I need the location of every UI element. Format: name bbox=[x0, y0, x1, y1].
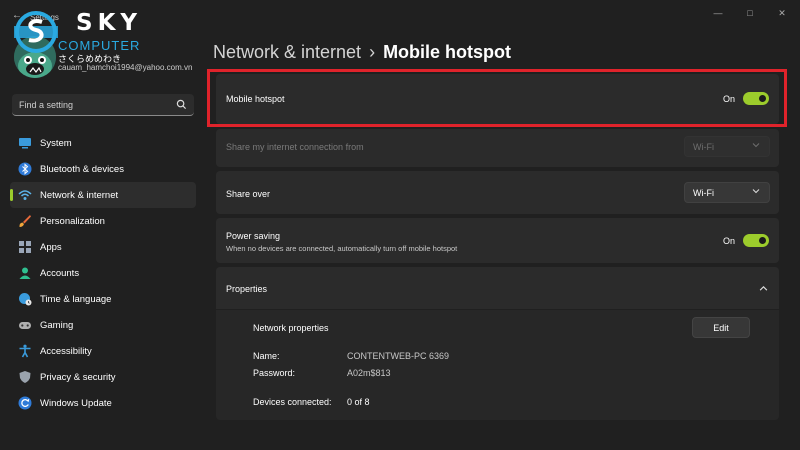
sidebar-item-label: Bluetooth & devices bbox=[40, 164, 124, 175]
sidebar-item-network[interactable]: Network & internet bbox=[10, 182, 196, 208]
sidebar-item-bluetooth[interactable]: Bluetooth & devices bbox=[10, 156, 196, 182]
sidebar-item-personalization[interactable]: Personalization bbox=[10, 208, 196, 234]
share-over-value: Wi-Fi bbox=[693, 188, 714, 198]
close-icon[interactable]: ✕ bbox=[772, 8, 792, 19]
share-from-label: Share my internet connection from bbox=[226, 142, 364, 152]
watermark-sub: COMPUTER bbox=[58, 38, 141, 53]
search-icon[interactable] bbox=[176, 99, 187, 110]
accessibility-icon bbox=[19, 344, 31, 358]
sidebar-item-apps[interactable]: Apps bbox=[10, 234, 196, 260]
sidebar-item-label: Accounts bbox=[40, 268, 80, 279]
share-over-label: Share over bbox=[226, 189, 271, 199]
devices-connected-value: 0 of 8 bbox=[347, 397, 370, 407]
share-over-dropdown[interactable]: Wi-Fi bbox=[684, 182, 770, 203]
breadcrumb: Network & internet › Mobile hotspot bbox=[213, 42, 511, 63]
password-label: Password: bbox=[253, 368, 296, 378]
breadcrumb-separator: › bbox=[369, 42, 376, 62]
sidebar-nav: System Bluetooth & devices Network & int… bbox=[10, 130, 196, 416]
network-icon bbox=[18, 190, 32, 200]
sidebar-item-label: Privacy & security bbox=[40, 372, 116, 383]
properties-header[interactable]: Properties bbox=[216, 267, 779, 309]
sidebar-item-windows-update[interactable]: Windows Update bbox=[10, 390, 196, 416]
power-saving-toggle[interactable] bbox=[743, 234, 769, 247]
sidebar-item-privacy-security[interactable]: Privacy & security bbox=[10, 364, 196, 390]
bluetooth-icon bbox=[18, 162, 32, 176]
devices-connected-label: Devices connected: bbox=[253, 397, 332, 407]
profile-email: cauam_hamchoi1994@yahoo.com.vn bbox=[58, 63, 193, 72]
update-icon bbox=[18, 396, 32, 410]
name-label: Name: bbox=[253, 351, 280, 361]
search-placeholder: Find a setting bbox=[19, 100, 74, 110]
sidebar-item-accessibility[interactable]: Accessibility bbox=[10, 338, 196, 364]
gamepad-icon bbox=[19, 322, 31, 329]
watermark-brand: SKY bbox=[76, 10, 143, 36]
share-from-dropdown[interactable]: Wi-Fi bbox=[684, 136, 770, 157]
toggle-knob bbox=[759, 237, 766, 244]
edit-button[interactable]: Edit bbox=[692, 317, 750, 338]
sidebar-item-system[interactable]: System bbox=[10, 130, 196, 156]
sidebar-item-gaming[interactable]: Gaming bbox=[10, 312, 196, 338]
name-value: CONTENTWEB-PC 6369 bbox=[347, 351, 450, 361]
sidebar-item-accounts[interactable]: Accounts bbox=[10, 260, 196, 286]
properties-label: Properties bbox=[226, 284, 268, 294]
power-saving-state: On bbox=[723, 236, 736, 246]
minimize-icon[interactable]: — bbox=[708, 8, 728, 18]
network-properties-label: Network properties bbox=[253, 323, 329, 333]
sidebar-item-label: Network & internet bbox=[40, 190, 119, 201]
page-title: Mobile hotspot bbox=[383, 42, 512, 62]
system-icon bbox=[19, 138, 31, 149]
highlight-box bbox=[207, 69, 787, 127]
shield-icon bbox=[19, 371, 31, 383]
brush-icon bbox=[19, 215, 31, 227]
breadcrumb-parent[interactable]: Network & internet bbox=[213, 42, 361, 62]
accounts-icon bbox=[19, 267, 31, 279]
chevron-up-icon[interactable] bbox=[759, 284, 768, 293]
sidebar-item-label: Gaming bbox=[40, 320, 74, 331]
sidebar-item-label: Apps bbox=[40, 242, 62, 253]
share-over-card: Share over Wi-Fi bbox=[216, 171, 779, 214]
settings-window: ← Settings — □ ✕ SKY COMPUTER さくらめめわき ca… bbox=[0, 0, 800, 450]
share-from-card: Share my internet connection from Wi-Fi bbox=[216, 129, 779, 167]
sidebar-item-label: System bbox=[40, 138, 72, 149]
maximize-icon[interactable]: □ bbox=[740, 8, 760, 18]
globe-clock-icon bbox=[19, 293, 32, 306]
chevron-down-icon bbox=[752, 143, 760, 148]
sidebar-item-time-language[interactable]: Time & language bbox=[10, 286, 196, 312]
power-saving-description: When no devices are connected, automatic… bbox=[226, 244, 458, 253]
power-saving-card: Power saving When no devices are connect… bbox=[216, 218, 779, 263]
password-value: A02m$813 bbox=[347, 368, 391, 378]
edit-button-label: Edit bbox=[713, 323, 729, 333]
sidebar-item-label: Personalization bbox=[40, 216, 105, 227]
properties-body: Network properties Edit Name: CONTENTWEB… bbox=[216, 310, 779, 420]
active-indicator bbox=[10, 189, 13, 201]
apps-icon bbox=[19, 241, 31, 253]
search-input[interactable]: Find a setting bbox=[12, 94, 194, 116]
power-saving-label: Power saving bbox=[226, 231, 281, 241]
share-from-value: Wi-Fi bbox=[693, 142, 714, 152]
sidebar-item-label: Windows Update bbox=[40, 398, 112, 409]
sidebar-item-label: Accessibility bbox=[40, 346, 92, 357]
sidebar-item-label: Time & language bbox=[40, 294, 112, 305]
chevron-down-icon bbox=[752, 189, 760, 194]
sky-logo-mark-icon bbox=[14, 11, 58, 53]
